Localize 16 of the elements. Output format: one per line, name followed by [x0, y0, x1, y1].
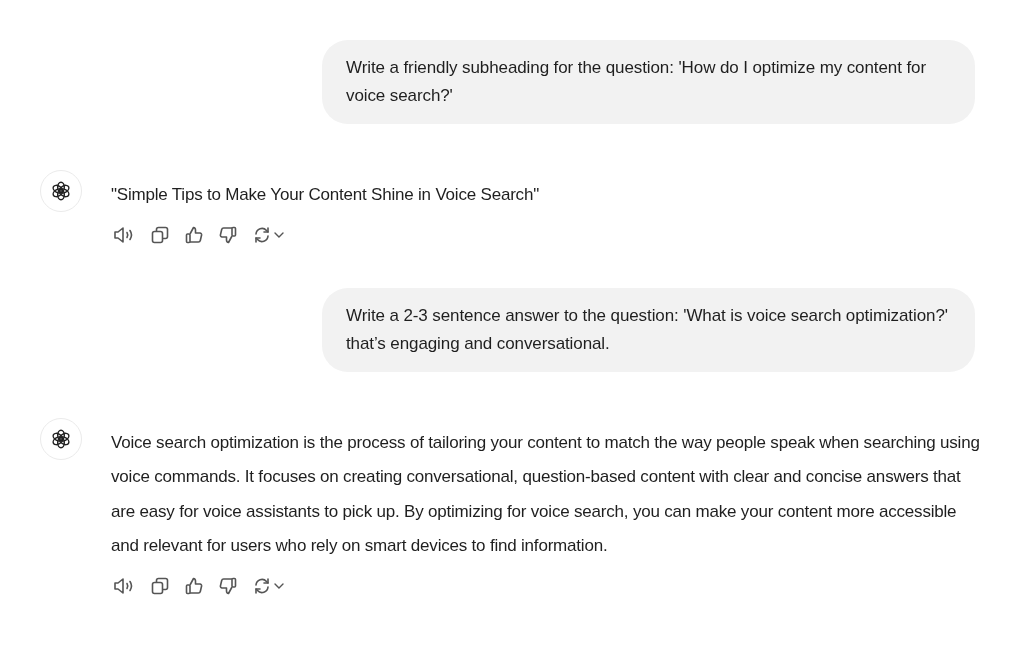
- thumbs-up-icon: [185, 225, 203, 244]
- refresh-icon: [253, 225, 271, 244]
- chevron-down-icon: [274, 231, 284, 238]
- refresh-icon: [253, 576, 271, 595]
- user-message: Write a 2-3 sentence answer to the question: 'What is voice search optimization?' that’s engaging and conversational.: [322, 287, 975, 372]
- speaker-icon: [113, 225, 135, 244]
- speaker-icon: [113, 576, 135, 595]
- thumbs-down-icon: [219, 576, 237, 595]
- assistant-message: "Simple Tips to Make Your Content Shine in Voice Search": [111, 184, 540, 206]
- user-message: Write a friendly subheading for the question: 'How do I optimize my content for voice search?': [322, 40, 975, 124]
- chevron-down-icon: [274, 582, 284, 589]
- copy-icon: [151, 576, 169, 595]
- copy-icon: [151, 225, 169, 244]
- assistant-message: Voice search optimization is the process of tailoring your content to match the way people speak when searching using voice commands. It focuses on creating conversational, question-based content with clear and concise answers that are easy for voice assistants to pick up. By optimizing for voice search, you can make your content more accessible and relevant for users who rely on smart devices to find information.: [111, 431, 981, 557]
- thumbs-up-icon: [185, 576, 203, 595]
- thumbs-down-icon: [219, 225, 237, 244]
